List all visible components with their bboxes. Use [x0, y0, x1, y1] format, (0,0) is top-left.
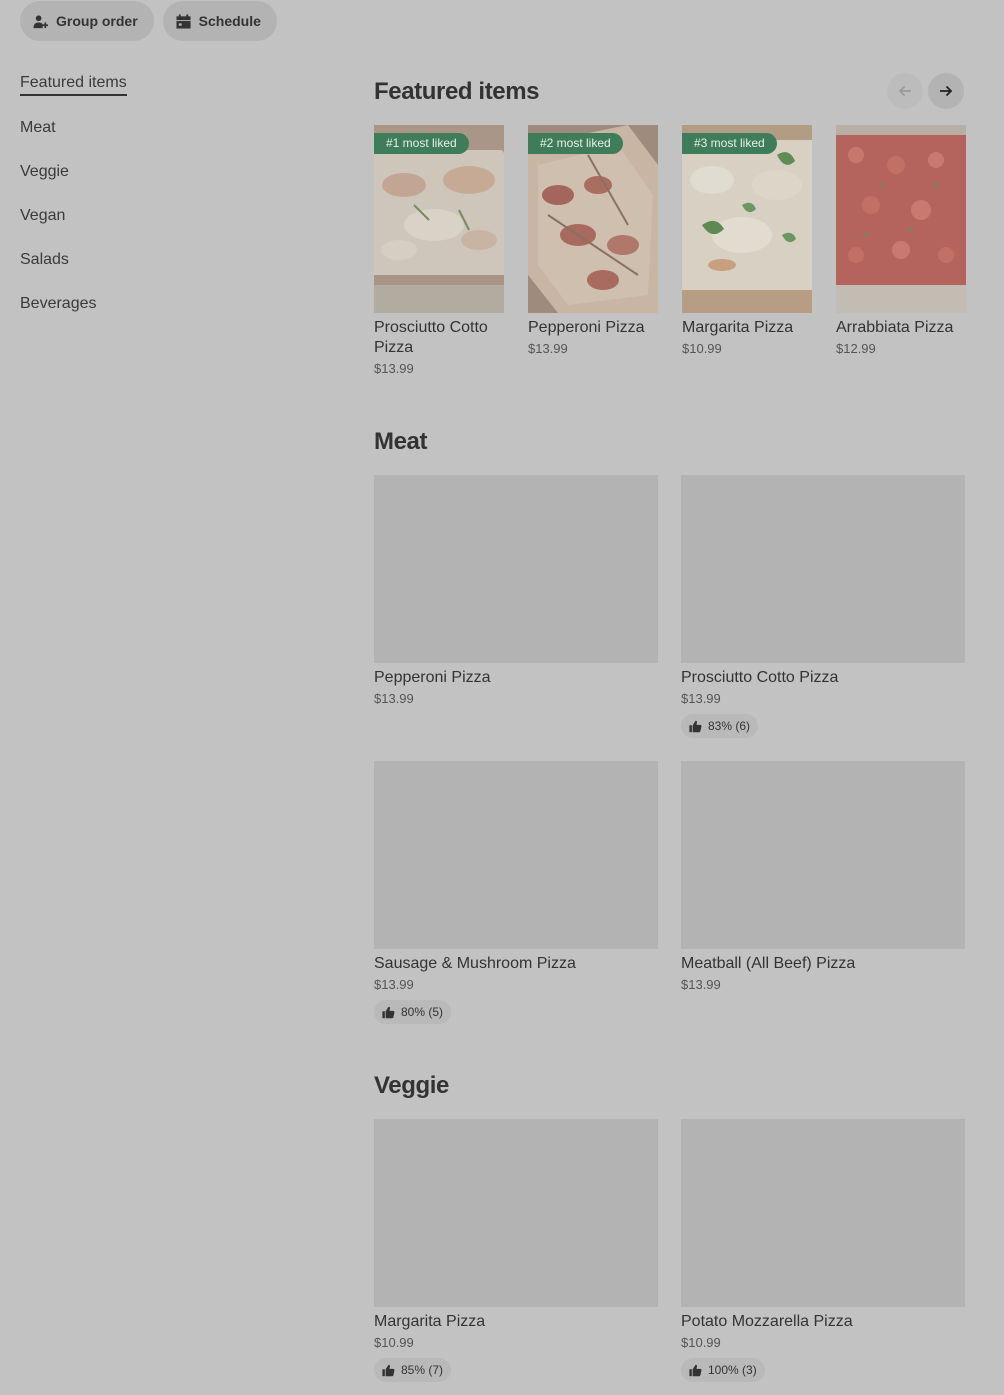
item-name: Sausage & Mushroom Pizza: [374, 955, 576, 972]
item-price: $10.99: [682, 341, 722, 356]
item-image-placeholder: [681, 761, 965, 949]
most-liked-badge: #1 most liked: [374, 133, 469, 154]
schedule-label: Schedule: [198, 13, 261, 29]
featured-item-card[interactable]: #1 most liked Prosciutto Cotto Pizza $13…: [374, 125, 504, 376]
rating-badge: 83% (6): [681, 714, 759, 738]
thumbs-up-icon: [382, 1006, 395, 1018]
sidebar-item-label: Veggie: [20, 163, 69, 180]
item-name: Prosciutto Cotto Pizza: [681, 669, 839, 686]
item-name: Margarita Pizza: [374, 1313, 486, 1330]
rating-text: 83% (6): [708, 719, 751, 733]
top-actions: Group order Schedule: [20, 1, 277, 41]
pizza-image: [836, 125, 966, 313]
meat-section-title: Meat: [374, 428, 428, 455]
sidebar-item-meat[interactable]: Meat: [20, 106, 320, 150]
featured-carousel: #1 most liked Prosciutto Cotto Pizza $13…: [374, 125, 966, 376]
item-price: $10.99: [374, 1335, 414, 1350]
item-name: Pepperoni Pizza: [374, 669, 491, 686]
calendar-icon: [176, 13, 191, 29]
pizza-image: #3 most liked: [682, 125, 812, 313]
group-order-button[interactable]: Group order: [20, 1, 154, 41]
menu-item-card[interactable]: Margarita Pizza $10.99 85% (7): [374, 1119, 658, 1382]
item-name: Meatball (All Beef) Pizza: [681, 955, 856, 972]
item-price: $12.99: [836, 341, 876, 356]
menu-item-card[interactable]: Pepperoni Pizza $13.99: [374, 475, 658, 706]
carousel-prev-button[interactable]: [887, 73, 923, 109]
arrow-right-icon: [940, 85, 953, 97]
rating-text: 80% (5): [401, 1005, 444, 1019]
category-sidebar: Featured items Meat Veggie Vegan Salads …: [20, 62, 320, 326]
thumbs-up-icon: [689, 720, 702, 732]
veggie-section-title: Veggie: [374, 1072, 449, 1099]
sidebar-item-featured[interactable]: Featured items: [20, 62, 320, 106]
item-price: $13.99: [528, 341, 568, 356]
featured-item-card[interactable]: #2 most liked Pepperoni Pizza $13.99: [528, 125, 658, 376]
item-name: Potato Mozzarella Pizza: [681, 1313, 853, 1330]
item-name: Arrabbiata Pizza: [836, 319, 954, 336]
carousel-next-button[interactable]: [928, 73, 964, 109]
thumbs-up-icon: [689, 1364, 702, 1376]
menu-item-card[interactable]: Meatball (All Beef) Pizza $13.99: [681, 761, 965, 992]
item-price: $13.99: [681, 977, 721, 992]
featured-item-card[interactable]: Arrabbiata Pizza $12.99: [836, 125, 966, 376]
rating-text: 100% (3): [708, 1363, 757, 1377]
sidebar-item-label: Salads: [20, 251, 69, 268]
featured-item-card[interactable]: #3 most liked Margarita Pizza $10.99: [682, 125, 812, 376]
menu-item-card[interactable]: Sausage & Mushroom Pizza $13.99 80% (5): [374, 761, 658, 1024]
menu-item-card[interactable]: Prosciutto Cotto Pizza $13.99 83% (6): [681, 475, 965, 738]
item-image-placeholder: [681, 1119, 965, 1307]
item-price: $13.99: [374, 361, 414, 376]
sidebar-item-veggie[interactable]: Veggie: [20, 150, 320, 194]
sidebar-item-label: Vegan: [20, 207, 66, 224]
item-name: Pepperoni Pizza: [528, 319, 645, 336]
rating-badge: 80% (5): [374, 1000, 452, 1024]
item-image-placeholder: [374, 475, 658, 663]
rating-text: 85% (7): [401, 1363, 444, 1377]
sidebar-item-vegan[interactable]: Vegan: [20, 194, 320, 238]
thumbs-up-icon: [382, 1364, 395, 1376]
most-liked-badge: #2 most liked: [528, 133, 623, 154]
item-name: Prosciutto Cotto Pizza: [374, 319, 488, 356]
pizza-image: #1 most liked: [374, 125, 504, 313]
menu-item-card[interactable]: Potato Mozzarella Pizza $10.99 100% (3): [681, 1119, 965, 1382]
pizza-image: #2 most liked: [528, 125, 658, 313]
most-liked-badge: #3 most liked: [682, 133, 777, 154]
sidebar-item-label: Meat: [20, 119, 56, 136]
add-person-icon: [33, 14, 48, 28]
item-price: $10.99: [681, 1335, 721, 1350]
sidebar-item-salads[interactable]: Salads: [20, 238, 320, 282]
rating-badge: 100% (3): [681, 1358, 765, 1382]
item-name: Margarita Pizza: [682, 319, 794, 336]
group-order-label: Group order: [56, 13, 138, 29]
item-image-placeholder: [374, 1119, 658, 1307]
item-image-placeholder: [681, 475, 965, 663]
arrow-left-icon: [898, 85, 911, 97]
sidebar-item-label: Featured items: [20, 73, 127, 96]
item-image-placeholder: [374, 761, 658, 949]
item-price: $13.99: [374, 977, 414, 992]
item-price: $13.99: [374, 691, 414, 706]
item-price: $13.99: [681, 691, 721, 706]
sidebar-item-label: Beverages: [20, 295, 97, 312]
featured-section-title: Featured items: [374, 78, 540, 105]
schedule-button[interactable]: Schedule: [162, 1, 277, 41]
sidebar-item-beverages[interactable]: Beverages: [20, 282, 320, 326]
rating-badge: 85% (7): [374, 1358, 452, 1382]
